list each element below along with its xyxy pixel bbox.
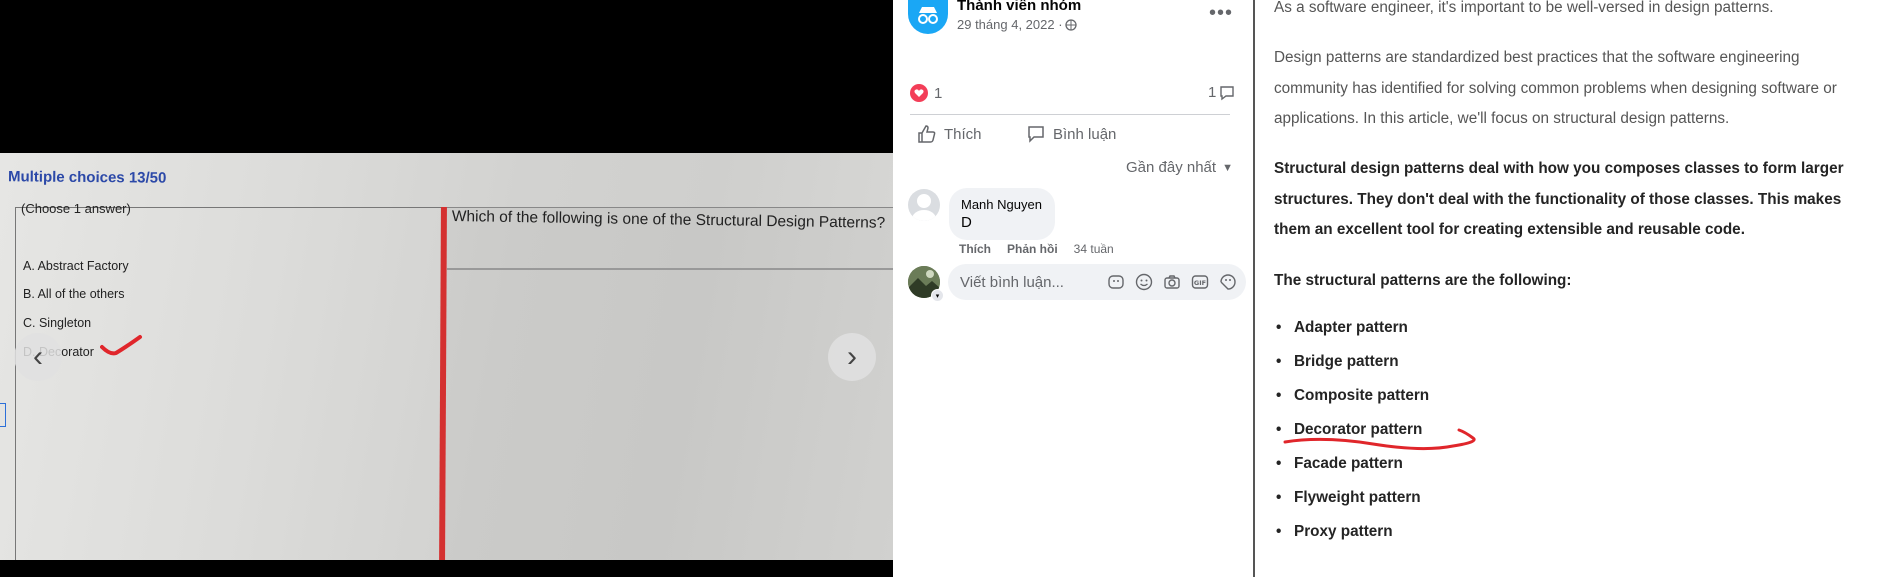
incognito-icon <box>918 7 938 24</box>
comment-bubble: Manh Nguyen D <box>949 188 1055 240</box>
post-divider <box>910 114 1230 115</box>
exam-photo: Multiple choices 13/50 (Choose 1 answer)… <box>0 153 893 560</box>
pattern-item: Flyweight pattern <box>1276 481 1429 515</box>
comment-composer[interactable]: Viết bình luận... GIF <box>948 264 1246 300</box>
post-date[interactable]: 29 tháng 4, 2022 · <box>957 17 1063 32</box>
pattern-item: Composite pattern <box>1276 379 1429 413</box>
post-author[interactable]: Thành viên nhóm <box>957 0 1081 14</box>
composer-placeholder: Viết bình luận... <box>960 274 1064 291</box>
svg-text:GIF: GIF <box>1194 279 1206 287</box>
blue-marker <box>0 403 6 427</box>
chevron-left-icon: ‹ <box>33 340 43 373</box>
comment-like-link[interactable]: Thích <box>959 242 991 256</box>
emoji-icon[interactable] <box>1134 272 1154 292</box>
comment-text: D <box>961 214 972 231</box>
commenter-avatar[interactable] <box>908 189 940 221</box>
comment-actions: Thích Phản hồi 34 tuần <box>959 242 1114 256</box>
caret-down-icon: ▼ <box>1222 161 1233 174</box>
article-panel: As a software engineer, it's important t… <box>1255 0 1888 577</box>
post-panel: Thành viên nhóm 29 tháng 4, 2022 · ••• 1… <box>893 0 1253 577</box>
checkmark-icon <box>100 335 142 356</box>
chevron-down-icon[interactable]: ▾ <box>931 289 944 302</box>
pattern-item: Bridge pattern <box>1276 345 1429 379</box>
chevron-right-icon: › <box>847 340 857 373</box>
like-label: Thích <box>944 125 982 143</box>
sort-label: Gần đây nhất <box>1126 159 1217 176</box>
article-subheading: The structural patterns are the followin… <box>1274 272 1572 289</box>
article-paragraph-3: Structural design patterns deal with how… <box>1274 160 1844 238</box>
comment-bubble-icon <box>1220 85 1235 100</box>
prev-photo-button[interactable]: ‹ <box>14 333 62 381</box>
sticker-icon[interactable] <box>1218 272 1238 292</box>
exam-title: Multiple choices 13/50 <box>7 168 167 187</box>
globe-icon <box>1064 18 1077 31</box>
question-panel <box>446 207 893 560</box>
comment-label: Bình luận <box>1053 125 1117 143</box>
next-photo-button[interactable]: › <box>828 333 876 381</box>
comment-button[interactable]: Bình luận <box>1026 124 1116 144</box>
thumbs-up-icon <box>918 125 936 143</box>
option-b: B. All of the others <box>23 287 125 301</box>
comment-count[interactable]: 1 <box>1208 84 1235 101</box>
reaction-count: 1 <box>934 84 943 102</box>
heart-reaction-icon <box>910 84 928 102</box>
comment-icon <box>1028 126 1044 143</box>
default-user-icon <box>912 194 936 221</box>
article-intro: As a software engineer, it's important t… <box>1274 0 1774 16</box>
post-meta: 29 tháng 4, 2022 · <box>957 17 1077 32</box>
pattern-item: Proxy pattern <box>1276 515 1429 549</box>
like-button[interactable]: Thích <box>917 124 982 144</box>
article-paragraph-2: Design patterns are standardized best pr… <box>1274 49 1837 127</box>
underline-annotation <box>1283 428 1476 451</box>
comment-author[interactable]: Manh Nguyen <box>961 197 1042 212</box>
option-a: A. Abstract Factory <box>23 259 129 273</box>
camera-icon[interactable] <box>1162 272 1182 292</box>
choose-hint: (Choose 1 answer) <box>21 201 131 216</box>
comment-count-value: 1 <box>1208 84 1217 101</box>
question-divider <box>447 268 893 270</box>
more-options-icon[interactable]: ••• <box>1209 2 1233 25</box>
option-c: C. Singleton <box>23 316 92 330</box>
group-member-avatar[interactable] <box>908 0 948 34</box>
comment-time[interactable]: 34 tuần <box>1074 242 1114 256</box>
comment-reply-link[interactable]: Phản hồi <box>1007 242 1058 256</box>
gif-icon[interactable]: GIF <box>1190 272 1210 292</box>
avatar-sticker-icon[interactable] <box>1106 272 1126 292</box>
reactions[interactable]: 1 <box>910 84 942 102</box>
pattern-item: Adapter pattern <box>1276 311 1429 345</box>
sort-dropdown[interactable]: Gần đây nhất ▼ <box>1126 159 1233 176</box>
photo-viewer: Multiple choices 13/50 (Choose 1 answer)… <box>0 0 893 577</box>
